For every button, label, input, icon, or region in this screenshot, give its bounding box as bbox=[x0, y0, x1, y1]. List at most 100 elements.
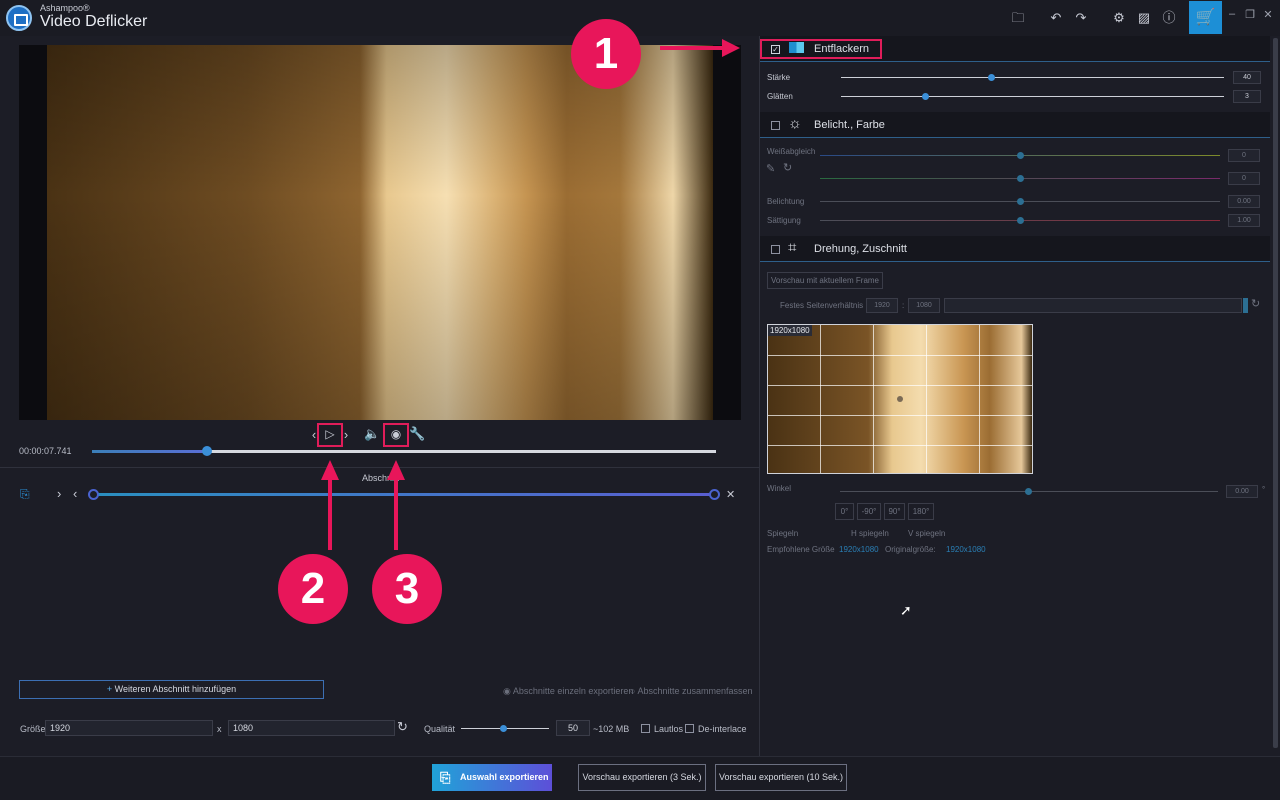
original-size-link[interactable]: 1920x1080 bbox=[946, 545, 986, 554]
deinterlace-checkbox[interactable] bbox=[685, 724, 694, 733]
reset-size-icon[interactable]: ↻ bbox=[397, 719, 408, 735]
export-icon: ⎘ bbox=[440, 770, 451, 785]
add-section-button[interactable]: + Weiteren Abschnitt hinzufügen bbox=[19, 680, 324, 699]
section-track[interactable] bbox=[93, 493, 715, 496]
mute-label: Lautlos bbox=[654, 724, 684, 734]
remove-section-icon[interactable]: ✕ bbox=[726, 488, 735, 501]
next-frame-icon[interactable]: › bbox=[341, 427, 351, 442]
angle-unit: ° bbox=[1262, 485, 1266, 494]
export-preview-10-button[interactable]: Vorschau exportieren (10 Sek.) bbox=[715, 764, 847, 791]
strength-handle[interactable] bbox=[988, 74, 995, 81]
close-button[interactable]: ✕ bbox=[1260, 8, 1276, 21]
recommended-size-link[interactable]: 1920x1080 bbox=[839, 545, 879, 554]
callout-3: 3 bbox=[372, 554, 442, 624]
mirror-h-button[interactable]: H spiegeln bbox=[851, 529, 889, 538]
brand-name: Ashampoo® bbox=[40, 3, 90, 13]
compare-eye-icon[interactable]: ◉ bbox=[383, 423, 409, 447]
rotate-90-button[interactable]: 90° bbox=[884, 503, 905, 520]
arrow-3-shaft bbox=[394, 478, 398, 550]
callout-1: 1 bbox=[571, 19, 641, 89]
section-next-icon[interactable]: › bbox=[57, 486, 61, 501]
wb-value-1[interactable]: 0 bbox=[1228, 149, 1260, 162]
exposure-checkbox[interactable] bbox=[771, 121, 780, 130]
arrow-1-shaft bbox=[660, 46, 724, 50]
seek-progress bbox=[92, 450, 206, 453]
strength-value[interactable]: 40 bbox=[1233, 71, 1261, 84]
radio-export-separately[interactable]: ◉ Abschnitte einzeln exportieren bbox=[503, 686, 633, 697]
crop-center-handle[interactable] bbox=[897, 396, 903, 402]
crop-size-tag: 1920x1080 bbox=[768, 325, 812, 336]
original-size-label: Originalgröße: bbox=[885, 545, 936, 554]
redo-icon[interactable]: ↷ bbox=[1070, 7, 1092, 29]
angle-label: Winkel bbox=[767, 484, 792, 493]
quality-size: ~102 MB bbox=[593, 724, 630, 734]
width-field[interactable]: 1920 bbox=[45, 720, 213, 736]
radio-merge-sections[interactable]: ○ Abschnitte zusammenfassen bbox=[630, 686, 753, 696]
folder-icon[interactable]: 🗀 bbox=[1007, 7, 1029, 29]
undo-icon[interactable]: ↶ bbox=[1045, 7, 1067, 29]
saturation-value[interactable]: 1.00 bbox=[1228, 214, 1260, 227]
minimize-button[interactable]: – bbox=[1224, 8, 1240, 20]
ratio-dropdown[interactable] bbox=[944, 298, 1242, 313]
wb-handle-2[interactable] bbox=[1017, 175, 1024, 182]
arrow-2-head bbox=[321, 460, 339, 480]
quality-handle[interactable] bbox=[500, 725, 507, 732]
preview-current-frame-button[interactable]: Vorschau mit aktuellem Frame bbox=[767, 272, 883, 289]
export-selection-button[interactable]: ⎘ Auswahl exportieren bbox=[432, 764, 552, 791]
ratio-width[interactable]: 1920 bbox=[866, 298, 898, 313]
rotate-minus90-button[interactable]: -90° bbox=[857, 503, 881, 520]
mute-checkbox[interactable] bbox=[641, 724, 650, 733]
ratio-height[interactable]: 1080 bbox=[908, 298, 940, 313]
rotate-0-button[interactable]: 0° bbox=[835, 503, 854, 520]
wb-handle-1[interactable] bbox=[1017, 152, 1024, 159]
saturation-label: Sättigung bbox=[767, 216, 801, 225]
app-title: Video Deflicker bbox=[40, 13, 148, 30]
section-prev-icon[interactable]: ‹ bbox=[73, 486, 77, 501]
wb-value-2[interactable]: 0 bbox=[1228, 172, 1260, 185]
eyedropper-icon[interactable]: ✎ bbox=[766, 162, 775, 175]
ratio-label: Festes Seitenverhältnis bbox=[780, 301, 864, 310]
section-export-icon[interactable]: ⎘ bbox=[20, 487, 30, 502]
exposure-value[interactable]: 0.00 bbox=[1228, 195, 1260, 208]
reset-wb-icon[interactable]: ↻ bbox=[783, 161, 792, 174]
volume-icon[interactable]: 🔈 bbox=[364, 426, 380, 442]
strength-slider[interactable] bbox=[841, 77, 1224, 78]
seek-handle[interactable] bbox=[202, 446, 212, 456]
size-label: Größe bbox=[20, 724, 46, 734]
ratio-dropdown-arrow[interactable] bbox=[1243, 298, 1248, 313]
mirror-v-button[interactable]: V spiegeln bbox=[908, 529, 945, 538]
smooth-value[interactable]: 3 bbox=[1233, 90, 1261, 103]
exposure-label: Belichtung bbox=[767, 197, 805, 206]
cart-icon[interactable]: 🛒 bbox=[1189, 1, 1222, 34]
smooth-label: Glätten bbox=[767, 92, 793, 101]
deflicker-highlight bbox=[760, 39, 882, 59]
exposure-handle[interactable] bbox=[1017, 198, 1024, 205]
smooth-handle[interactable] bbox=[922, 93, 929, 100]
restore-button[interactable]: ❐ bbox=[1242, 8, 1258, 21]
mirror-label: Spiegeln bbox=[767, 529, 799, 538]
size-x: x bbox=[217, 724, 222, 734]
plus-icon: + bbox=[106, 684, 115, 694]
height-field[interactable]: 1080 bbox=[228, 720, 395, 736]
reset-ratio-icon[interactable]: ↻ bbox=[1251, 297, 1260, 310]
wrench-icon[interactable]: 🔧 bbox=[409, 426, 425, 442]
arrow-2-shaft bbox=[328, 478, 332, 550]
quality-value[interactable]: 50 bbox=[556, 720, 590, 736]
saturation-handle[interactable] bbox=[1017, 217, 1024, 224]
smooth-slider[interactable] bbox=[841, 96, 1224, 97]
time-readout: 00:00:07.741 bbox=[19, 446, 72, 456]
info-icon[interactable]: ⓘ bbox=[1158, 7, 1180, 29]
seek-bar[interactable] bbox=[92, 446, 716, 456]
section-start-handle[interactable] bbox=[88, 489, 99, 500]
scrollbar-thumb[interactable] bbox=[1273, 38, 1278, 748]
image-icon[interactable]: ▨ bbox=[1133, 7, 1155, 29]
export-preview-3-button[interactable]: Vorschau exportieren (3 Sek.) bbox=[578, 764, 706, 791]
angle-value[interactable]: 0.00 bbox=[1226, 485, 1258, 498]
crop-preview[interactable]: 1920x1080 bbox=[767, 324, 1033, 474]
angle-handle[interactable] bbox=[1025, 488, 1032, 495]
section-end-handle[interactable] bbox=[709, 489, 720, 500]
crop-checkbox[interactable] bbox=[771, 245, 780, 254]
settings-icon[interactable]: ⚙ bbox=[1108, 7, 1130, 29]
rotate-180-button[interactable]: 180° bbox=[908, 503, 934, 520]
play-button[interactable]: ▷ bbox=[317, 423, 343, 447]
